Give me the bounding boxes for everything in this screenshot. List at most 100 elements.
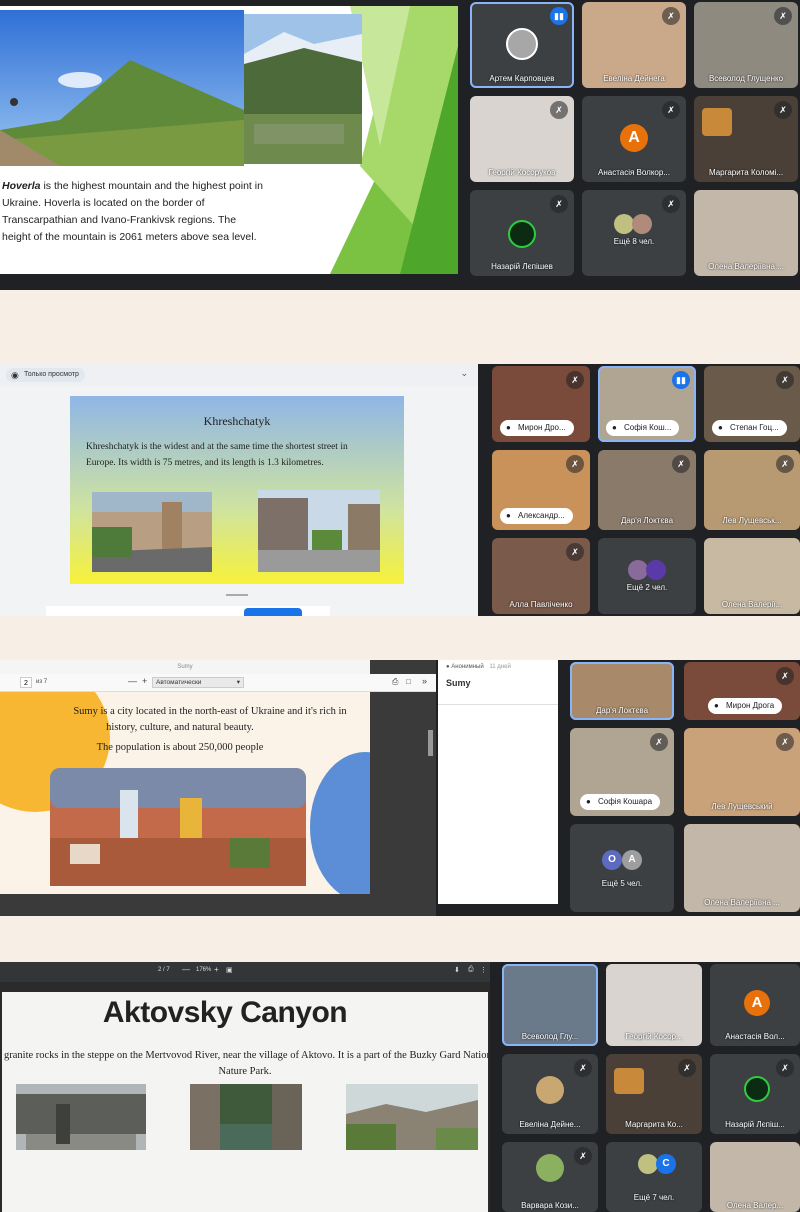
mic-off-icon: ✗ xyxy=(678,1059,696,1077)
speaking-icon: ▮▮ xyxy=(550,7,568,25)
hoverla-line4: height of the mountain is 2061 meters ab… xyxy=(2,231,257,243)
mic-off-icon: ✗ xyxy=(662,7,680,25)
pdf-viewer: Sumy 2 из 7 — + Автоматически ▾ ⎙ □ » Su… xyxy=(0,660,436,916)
participant-name: Анастасія Вол... xyxy=(725,1032,785,1041)
participant-name: Георгій Косоруков xyxy=(488,168,556,177)
painting xyxy=(614,1068,644,1094)
mic-off-icon: ✗ xyxy=(574,1059,592,1077)
print-icon[interactable]: ⎙ xyxy=(392,677,398,687)
zoom-in-button[interactable]: + xyxy=(142,676,147,686)
mic-off-icon: ✗ xyxy=(774,101,792,119)
more-tools-icon[interactable]: » xyxy=(422,676,427,686)
participant-tile[interactable]: C Ещё 7 чел. xyxy=(606,1142,702,1212)
participant-tile[interactable]: Дар'я Локтєва xyxy=(570,662,674,720)
participant-name: Ещё 2 чел. xyxy=(626,583,668,592)
participant-tile[interactable]: ✗ Всеволод Глущенко xyxy=(694,2,798,88)
avatar xyxy=(536,1154,564,1182)
participant-tile[interactable]: ✗ Маргарита Ко... xyxy=(606,1054,702,1134)
participant-tile[interactable]: A Анастасія Вол... xyxy=(710,964,800,1046)
scrollbar[interactable] xyxy=(428,730,433,756)
khreshchatyk-slide: Khreshchatyk Khreshchatyk is the widest … xyxy=(70,396,404,584)
participant-tile[interactable]: Олена Валерії... xyxy=(704,538,800,614)
avatar xyxy=(638,1154,658,1174)
avatar xyxy=(628,560,648,580)
page-indicator[interactable]: 2 / 7 xyxy=(158,967,170,973)
page-input[interactable]: 2 xyxy=(20,677,32,688)
participant-name: Евеліна Дейнега xyxy=(603,74,665,83)
participant-tile[interactable]: ✗ Георгій Косоруков xyxy=(470,96,574,182)
avatar: A xyxy=(744,990,770,1016)
participant-tile[interactable]: ✗ Алла Павліченко xyxy=(492,538,590,614)
save-icon[interactable]: □ xyxy=(406,677,411,686)
mic-off-icon: ✗ xyxy=(776,455,794,473)
participant-name: Дар'я Локтєва xyxy=(620,516,674,525)
participant-tile[interactable]: ✗ Назарій Лєпішев xyxy=(470,190,574,276)
slide-title: Aktovsky Canyon xyxy=(102,996,348,1029)
participant-tile[interactable]: ✗ Назарій Лєпіш... xyxy=(710,1054,800,1134)
slide-line2: Europe. Its width is 75 metres, and its … xyxy=(86,458,324,468)
sumy-photo xyxy=(50,768,306,886)
blue-button[interactable] xyxy=(244,608,302,616)
participant-name: Олена Валеріївна ... xyxy=(708,262,784,271)
mic-off-icon: ✗ xyxy=(550,101,568,119)
aktovsky-slide: Aktovsky Canyon granite rocks in the ste… xyxy=(2,992,488,1212)
mic-off-icon: ✗ xyxy=(566,455,584,473)
canyon-photo-3 xyxy=(346,1084,478,1150)
zoom-out-button[interactable]: — xyxy=(182,965,190,974)
mic-off-icon: ✗ xyxy=(662,195,680,213)
participant-tile[interactable]: ✗ Степан Гоц... xyxy=(704,366,800,442)
chevron-down-icon[interactable]: ⌄ xyxy=(460,368,468,379)
participant-tile[interactable]: ✗ Александр... xyxy=(492,450,590,530)
participant-tile[interactable]: ✗ Евеліна Дейнега xyxy=(582,2,686,88)
participant-tile[interactable]: ✗ Лев Лущевський xyxy=(684,728,800,816)
doc-title: Sumy xyxy=(0,660,370,674)
mic-off-icon: ✗ xyxy=(672,455,690,473)
participant-tile[interactable]: ✗ Ещё 8 чел. xyxy=(582,190,686,276)
participant-tile[interactable]: O A Ещё 5 чел. xyxy=(570,824,674,912)
participant-tile[interactable]: Всеволод Глу... xyxy=(502,964,598,1046)
participant-tile[interactable]: Георгій Косор... xyxy=(606,964,702,1046)
participant-tile[interactable]: ▮▮ Артем Карповцев xyxy=(470,2,574,88)
hoverla-line3: Transcarpathian and Ivano-Frankivsk regi… xyxy=(2,214,237,226)
avatar: C xyxy=(656,1154,676,1174)
participant-tile[interactable]: ▮▮ Софія Кош... xyxy=(598,366,696,442)
zoom-in-button[interactable]: + xyxy=(214,965,219,974)
mic-off-icon: ✗ xyxy=(776,1059,794,1077)
download-icon[interactable]: ⬇ xyxy=(454,966,460,974)
participant-tile[interactable]: ✗ Евеліна Дейне... xyxy=(502,1054,598,1134)
participant-tile[interactable]: ✗ Маргарита Коломі... xyxy=(694,96,798,182)
participant-tile[interactable]: ✗ Софія Кошара xyxy=(570,728,674,816)
hoverla-slide: Hoverla is the highest mountain and the … xyxy=(0,6,458,274)
kyiv-photo-1 xyxy=(92,492,212,572)
participant-tile[interactable]: Олена Валер... xyxy=(710,1142,800,1212)
view-only-label: Только просмотр xyxy=(24,371,79,378)
participant-name: Артем Карповцев xyxy=(489,74,555,83)
participant-tile[interactable]: Олена Валеріївна ... xyxy=(694,190,798,276)
participant-tile[interactable]: ✗ Лев Лущевськ... xyxy=(704,450,800,530)
participant-tile[interactable]: ✗ Мирон Дрога xyxy=(684,662,800,720)
mic-off-icon: ✗ xyxy=(566,371,584,389)
participant-tile[interactable]: ✗ Мирон Дро... xyxy=(492,366,590,442)
hoverla-line1: is the highest mountain and the highest … xyxy=(40,180,263,192)
participant-tile[interactable]: Ещё 2 чел. xyxy=(598,538,696,614)
zoom-value: Автоматически xyxy=(156,679,202,686)
canyon-photo-2 xyxy=(190,1084,302,1150)
fit-icon[interactable]: ▣ xyxy=(226,966,233,974)
participant-name: Анастасія Волкор... xyxy=(598,168,670,177)
participant-tile[interactable]: ✗ Дар'я Локтєва xyxy=(598,450,696,530)
view-only-chip[interactable]: ◉ Только просмотр xyxy=(6,368,85,382)
zoom-select[interactable]: Автоматически ▾ xyxy=(152,677,244,688)
hoverla-bold: Hoverla xyxy=(2,180,41,192)
participant-name: Георгій Косор... xyxy=(625,1032,683,1041)
print-icon[interactable]: ⎙ xyxy=(468,966,474,974)
participant-tile[interactable]: ✗ Варвара Кози... xyxy=(502,1142,598,1212)
slide-line2: Nature Park. xyxy=(218,1066,272,1077)
participant-tile[interactable]: A ✗ Анастасія Волкор... xyxy=(582,96,686,182)
zoom-out-button[interactable]: — xyxy=(128,676,137,686)
pdf-viewer: 2 / 7 — 176% + ▣ ⬇ ⎙ ⋮ Aktovsky Canyon g… xyxy=(0,962,490,1212)
avatar xyxy=(632,214,652,234)
participant-name: Олена Валерії... xyxy=(721,600,783,609)
participant-name: Ещё 5 чел. xyxy=(601,879,643,888)
more-icon[interactable]: ⋮ xyxy=(480,966,487,974)
participant-tile[interactable]: Олена Валеріївна ... xyxy=(684,824,800,912)
